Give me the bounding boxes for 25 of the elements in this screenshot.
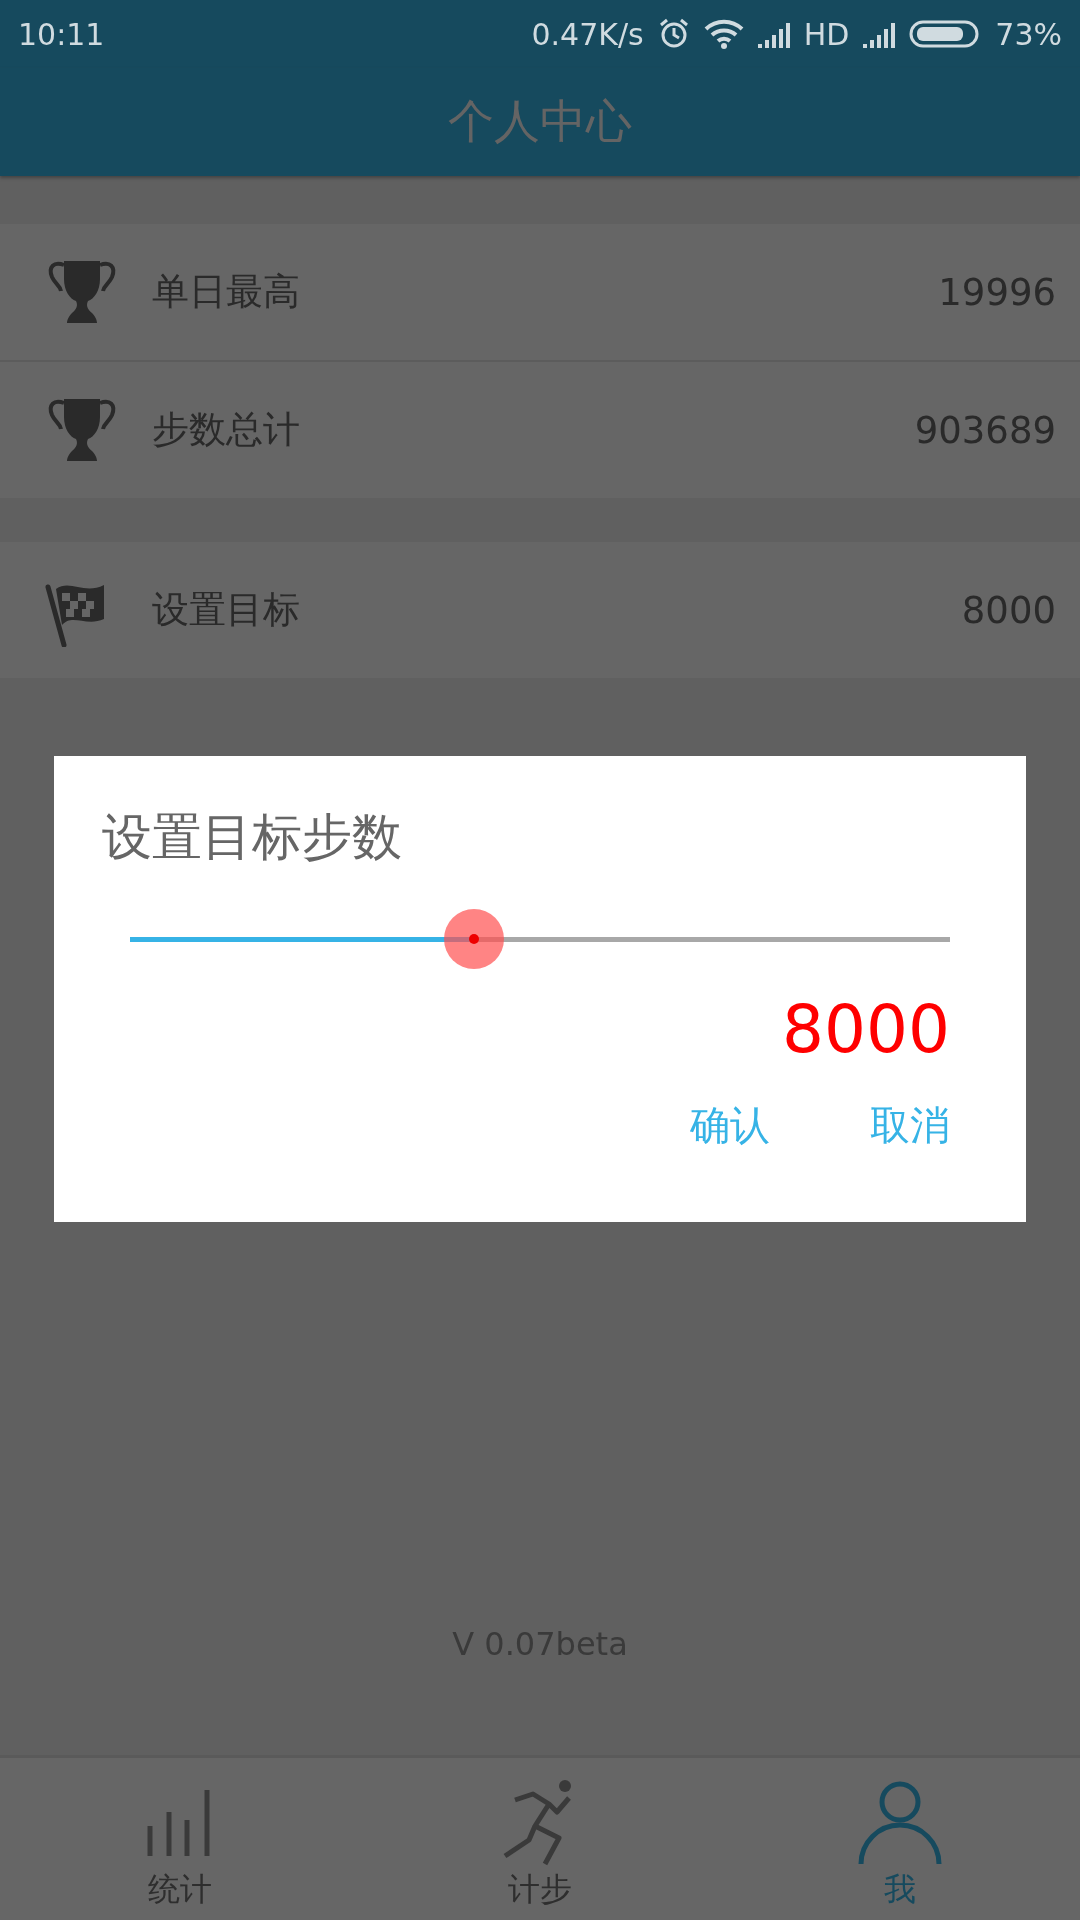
- wifi-icon: [703, 19, 744, 49]
- signal-icon: [863, 20, 896, 48]
- nav-tab[interactable]: 我: [720, 1758, 1080, 1920]
- network-speed: 0.47K/s: [531, 16, 644, 52]
- nav-tab[interactable]: 计步: [360, 1758, 720, 1920]
- row-value: 8000: [961, 588, 1056, 632]
- row-label: 单日最高: [152, 269, 301, 315]
- network-type: HD: [803, 16, 850, 52]
- list-row[interactable]: 步数总计 903689: [0, 362, 1080, 498]
- row-value: 19996: [938, 270, 1056, 314]
- row-value: 903689: [914, 408, 1056, 452]
- goal-value: 8000: [782, 991, 950, 1068]
- signal-icon: [757, 20, 790, 48]
- dialog-button[interactable]: 确认: [690, 1098, 770, 1153]
- dialog-title: 设置目标步数: [102, 807, 402, 868]
- nav-tab[interactable]: 统计: [0, 1758, 360, 1920]
- battery-percent: 73%: [995, 16, 1062, 52]
- row-label: 设置目标: [152, 587, 301, 633]
- list-row[interactable]: 设置目标 8000: [0, 542, 1080, 678]
- page-title: 个人中心: [448, 93, 632, 150]
- row-label: 步数总计: [152, 407, 301, 453]
- list-row[interactable]: 单日最高 19996: [0, 224, 1080, 360]
- alarm-icon: [657, 18, 690, 50]
- dialog-button[interactable]: 取消: [870, 1098, 950, 1153]
- status-time: 10:11: [18, 16, 105, 52]
